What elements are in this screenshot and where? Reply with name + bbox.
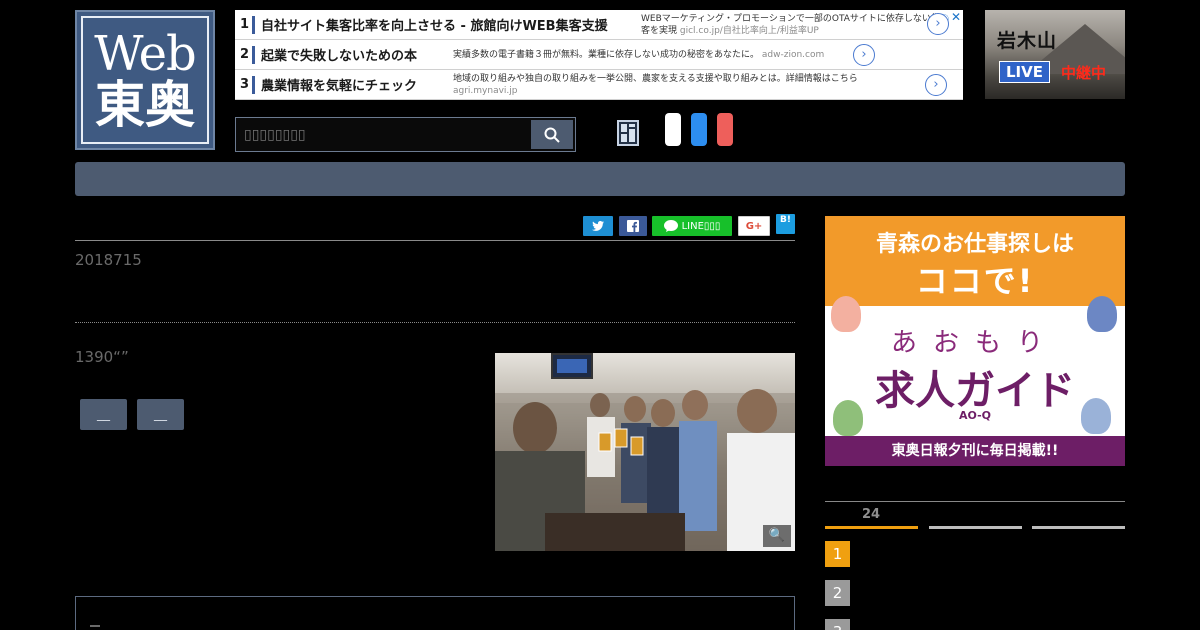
owl-mascot-icon	[833, 400, 863, 436]
photo-people-illustration	[495, 389, 795, 551]
job-ad-headline: 青森のお仕事探しは	[875, 232, 1074, 257]
ad-url: gicl.co.jp/自社比率向上/利益率UP	[679, 25, 819, 36]
ad-description: 地域の取り組みや独自の取り組みを一挙公開、農家を支える支援や取り組みとは。詳細情…	[453, 73, 913, 97]
ad-url: adw-zion.com	[761, 49, 825, 60]
job-ad-hiragana-title: あおもり	[890, 328, 1059, 358]
logo-japanese-text: 東奥	[95, 75, 195, 134]
ad-number: 1	[237, 15, 255, 34]
article-tag-button[interactable]: __	[137, 399, 184, 430]
live-badge: LIVE	[999, 61, 1050, 83]
article-tag-button[interactable]: __	[80, 399, 127, 430]
ranking-number: 2	[825, 580, 850, 606]
article-lead: 1390“”	[75, 348, 129, 366]
ad-arrow-icon[interactable]: ›	[925, 74, 947, 96]
share-facebook-button[interactable]	[619, 216, 647, 236]
related-content-box	[75, 596, 795, 630]
ranking-period-label: 24	[862, 507, 881, 522]
ad-title[interactable]: 農業情報を気軽にチェック	[261, 75, 447, 94]
search-input[interactable]	[236, 118, 529, 151]
owl-mascot-icon	[1081, 398, 1111, 434]
ad-description: 実績多数の電子書籍３冊が無料。業種に依存しない成功の秘密をあなたに。 adw-z…	[453, 49, 863, 61]
search-button[interactable]	[531, 120, 573, 149]
grid-menu-icon[interactable]	[617, 120, 639, 146]
article-date: 2018715	[75, 251, 142, 269]
ranking-number: 3	[825, 619, 850, 630]
line-icon	[663, 220, 678, 232]
ranking-tab[interactable]	[1032, 526, 1125, 529]
sns-follow-button-blue[interactable]	[691, 113, 707, 146]
ranking-tab-active[interactable]	[825, 526, 918, 529]
owl-mascot-icon	[831, 296, 861, 332]
box-list-marker	[90, 625, 100, 627]
text-ad-unit: ⓘ ✕ 1 自社サイト集客比率を向上させる - 旅館向けWEB集客支援 WEBマ…	[235, 10, 963, 100]
ranking-rule	[825, 501, 1125, 502]
ad-arrow-icon[interactable]: ›	[853, 44, 875, 66]
ad-description-text: 実績多数の電子書籍３冊が無料。業種に依存しない成功の秘密をあなたに。	[453, 49, 760, 60]
job-ad-subheadline: ココで!	[915, 262, 1035, 300]
job-ad-white-panel: あおもり 求人ガイド AO-Q	[825, 306, 1125, 436]
ad-number: 3	[237, 75, 255, 94]
job-ad-aoq-label: AO-Q	[959, 409, 991, 422]
ad-row[interactable]: 1 自社サイト集客比率を向上させる - 旅館向けWEB集客支援 WEBマーケティ…	[235, 10, 963, 40]
share-line-button[interactable]: LINE▯▯▯	[652, 216, 732, 236]
zoom-icon[interactable]: 🔍	[763, 525, 791, 547]
site-search	[235, 117, 576, 152]
share-hatena-button[interactable]: B!	[776, 214, 795, 234]
facebook-icon	[627, 220, 639, 232]
ad-number: 2	[237, 45, 255, 64]
job-guide-ad[interactable]: 青森のお仕事探しは ココで! あおもり 求人ガイド AO-Q 東奥日報夕刊に毎日…	[825, 216, 1125, 466]
article-divider	[75, 322, 795, 323]
live-camera-banner[interactable]: 岩木山 LIVE 中継中	[985, 10, 1125, 99]
grid-icon-shape	[621, 124, 635, 142]
twitter-icon	[592, 221, 604, 231]
share-twitter-button[interactable]	[583, 216, 613, 236]
article-photo[interactable]: 🔍	[495, 353, 795, 551]
ad-row[interactable]: 3 農業情報を気軽にチェック 地域の取り組みや独自の取り組みを一挙公開、農家を支…	[235, 70, 963, 100]
site-logo[interactable]: Web 東奥	[75, 10, 215, 150]
global-navigation[interactable]	[75, 162, 1125, 196]
ad-row[interactable]: 2 起業で失敗しないための本 実績多数の電子書籍３冊が無料。業種に依存しない成功…	[235, 40, 963, 70]
article-header-rule	[75, 240, 795, 241]
ranking-tab[interactable]	[929, 526, 1022, 529]
ad-description-text: 地域の取り組みや独自の取り組みを一挙公開、農家を支える支援や取り組みとは。詳細情…	[453, 73, 858, 84]
logo-frame: Web 東奥	[81, 16, 209, 144]
ad-description: WEBマーケティング・プロモーションで一部のOTAサイトに依存しない集客を実現 …	[641, 13, 941, 37]
ranking-number: 1	[825, 541, 850, 567]
logo-web-text: Web	[94, 26, 197, 82]
sns-follow-button-red[interactable]	[717, 113, 733, 146]
sns-follow-button-white[interactable]	[665, 113, 681, 146]
search-icon	[544, 127, 560, 143]
live-status-tag: 中継中	[1061, 64, 1107, 82]
job-ad-main-title: 求人ガイド	[875, 368, 1075, 414]
owl-mascot-icon	[1087, 296, 1117, 332]
ad-url: agri.mynavi.jp	[453, 85, 518, 96]
share-line-label: LINE▯▯▯	[681, 220, 721, 232]
live-banner-title: 岩木山	[997, 30, 1058, 52]
ad-title[interactable]: 自社サイト集客比率を向上させる - 旅館向けWEB集客支援	[261, 15, 641, 34]
ad-arrow-icon[interactable]: ›	[927, 13, 949, 35]
share-googleplus-button[interactable]: G+	[738, 216, 770, 236]
ad-title[interactable]: 起業で失敗しないための本	[261, 45, 447, 64]
job-ad-footer: 東奥日報夕刊に毎日掲載!!	[825, 436, 1125, 466]
